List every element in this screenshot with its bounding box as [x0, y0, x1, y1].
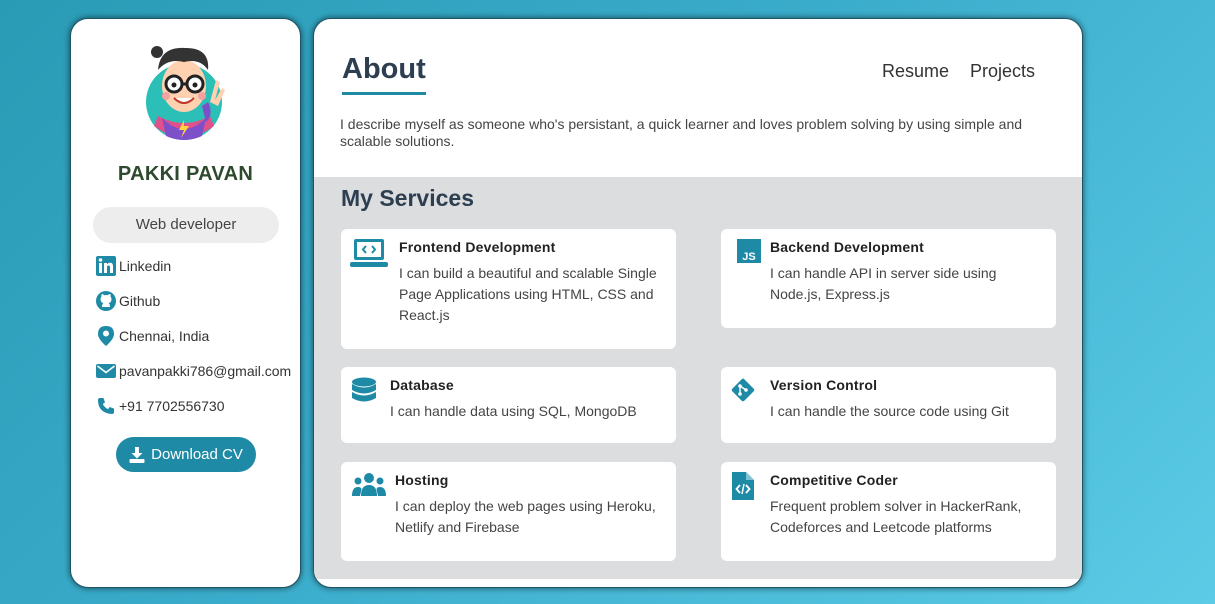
phone-icon: [96, 396, 116, 416]
service-card: Frontend Development I can build a beaut…: [341, 229, 676, 349]
service-title: Frontend Development: [399, 239, 556, 255]
phone-label: +91 7702556730: [119, 398, 225, 414]
file-code-icon: [730, 472, 756, 506]
main-panel: About Resume Projects I describe myself …: [313, 18, 1083, 588]
linkedin-link[interactable]: Linkedin: [96, 255, 171, 277]
location: Chennai, India: [96, 325, 209, 347]
service-title: Hosting: [395, 472, 449, 488]
service-title: Version Control: [770, 377, 878, 393]
page-title: About: [342, 53, 426, 85]
service-card: Hosting I can deploy the web pages using…: [341, 462, 676, 561]
location-label: Chennai, India: [119, 328, 210, 344]
mail-icon: [96, 361, 116, 381]
email-link[interactable]: pavanpakki786@gmail.com: [96, 360, 291, 382]
download-cv-label: Download CV: [151, 446, 243, 463]
service-card: JS Backend Development I can handle API …: [721, 229, 1056, 328]
service-card: Competitive Coder Frequent problem solve…: [721, 462, 1056, 561]
service-desc: I can deploy the web pages using Heroku,…: [395, 498, 656, 535]
title-underline: [342, 92, 426, 95]
profile-sidebar: PAKKI PAVAN Web developer Linkedin Githu…: [70, 18, 301, 588]
service-desc: I can build a beautiful and scalable Sin…: [399, 265, 657, 323]
database-icon: [350, 377, 378, 411]
phone-link[interactable]: +91 7702556730: [96, 395, 225, 417]
service-desc: Frequent problem solver in HackerRank, C…: [770, 498, 1022, 535]
about-text: I describe myself as someone who's persi…: [340, 116, 1023, 149]
service-title: Backend Development: [770, 239, 924, 255]
service-card: Database I can handle data using SQL, Mo…: [341, 367, 676, 443]
github-link[interactable]: Github: [96, 290, 160, 312]
svg-text:JS: JS: [742, 251, 755, 263]
service-title: Database: [390, 377, 454, 393]
service-desc: I can handle API in server side using No…: [770, 265, 997, 302]
nav-resume[interactable]: Resume: [882, 61, 949, 82]
git-icon: [730, 377, 756, 411]
github-label: Github: [119, 293, 161, 309]
avatar: [144, 40, 228, 144]
services-section: My Services Frontend Development I can b…: [314, 177, 1082, 579]
linkedin-label: Linkedin: [119, 258, 172, 274]
role-badge: Web developer: [93, 207, 279, 243]
download-icon: [129, 446, 145, 463]
service-card: Version Control I can handle the source …: [721, 367, 1056, 443]
laptop-code-icon: [350, 239, 388, 273]
linkedin-icon: [96, 256, 116, 276]
map-pin-icon: [96, 326, 116, 346]
nav-projects[interactable]: Projects: [970, 61, 1035, 82]
profile-name: PAKKI PAVAN: [117, 163, 254, 185]
services-title: My Services: [341, 185, 474, 211]
github-icon: [96, 291, 116, 311]
email-label: pavanpakki786@gmail.com: [119, 363, 292, 379]
service-desc: I can handle the source code using Git: [770, 403, 1009, 419]
service-desc: I can handle data using SQL, MongoDB: [390, 403, 637, 419]
download-cv-button[interactable]: Download CV: [116, 437, 256, 472]
users-icon: [350, 472, 388, 506]
js-icon: JS: [730, 239, 768, 273]
service-title: Competitive Coder: [770, 472, 898, 488]
